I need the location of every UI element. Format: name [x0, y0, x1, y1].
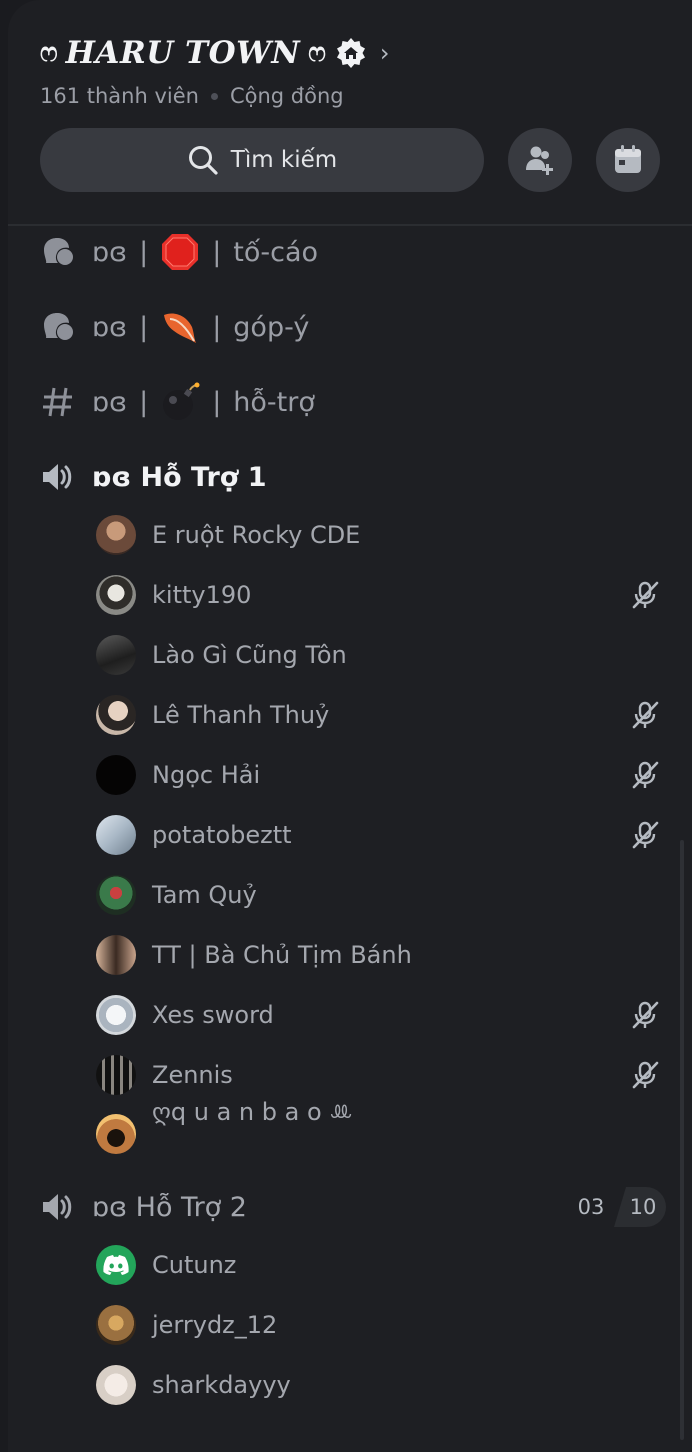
- stop-sign-icon: [160, 232, 200, 272]
- member-name: ღq u a n b a o ꔛ: [152, 1098, 353, 1126]
- voice-member[interactable]: Cutunz: [96, 1242, 236, 1288]
- voice-member[interactable]: Lào Gì Cũng Tôn: [96, 632, 347, 678]
- forum-icon: [38, 307, 78, 347]
- member-name: Ngọc Hải: [152, 761, 261, 789]
- muted-mic-icon: [632, 821, 659, 849]
- voice-member[interactable]: potatobeztt: [96, 812, 292, 858]
- feather-icon: [160, 307, 200, 347]
- channel-gop-y[interactable]: ɒɞ | | góp-ý: [38, 305, 309, 349]
- chevron-right-icon: ›: [379, 39, 390, 67]
- avatar: [96, 755, 136, 795]
- voice-member[interactable]: Ngọc Hải: [96, 752, 260, 798]
- speaker-icon: [38, 457, 78, 497]
- voice-member[interactable]: ღq u a n b a o ꔛ: [96, 1098, 353, 1154]
- avatar: [96, 695, 136, 735]
- channel-prefix: ɒɞ: [92, 236, 128, 268]
- member-name: E ruột Rocky CDE: [152, 521, 361, 549]
- member-name: Cutunz: [152, 1251, 237, 1279]
- muted-mic-icon: [632, 1061, 659, 1089]
- channel-name: góp-ý: [233, 311, 310, 343]
- search-button[interactable]: Tìm kiếm: [40, 128, 484, 192]
- avatar: [96, 995, 136, 1035]
- voice-member[interactable]: Lê Thanh Thuỷ: [96, 692, 329, 738]
- member-count: 161 thành viên: [40, 84, 199, 108]
- community-badge-icon: [334, 36, 368, 70]
- speaker-icon: [38, 1187, 78, 1227]
- server-meta: 161 thành viên Cộng đồng: [40, 84, 344, 108]
- separator: |: [139, 311, 149, 343]
- member-name: potatobeztt: [152, 821, 292, 849]
- calendar-icon: [615, 145, 641, 173]
- separator: |: [212, 311, 222, 343]
- voice-member[interactable]: Xes sword: [96, 992, 274, 1038]
- add-member-icon: [526, 146, 553, 175]
- voice-member[interactable]: jerrydz_12: [96, 1302, 277, 1348]
- channel-to-cao[interactable]: ɒɞ | | tố-cáo: [38, 230, 318, 274]
- voice-channel-name: ɒɞ Hỗ Trợ 1: [92, 461, 267, 493]
- muted-mic-icon: [632, 581, 659, 609]
- max-users: 10: [614, 1187, 666, 1227]
- server-type: Cộng đồng: [229, 84, 344, 108]
- separator: |: [212, 386, 222, 418]
- ornament-left: ෆ: [40, 37, 58, 68]
- avatar: [96, 1365, 136, 1405]
- voice-member[interactable]: Tam Quỷ: [96, 872, 257, 918]
- member-name: Tam Quỷ: [152, 881, 257, 909]
- avatar: [96, 1305, 136, 1345]
- voice-channel-ho-tro-1[interactable]: ɒɞ Hỗ Trợ 1: [38, 455, 267, 499]
- voice-channel-name: ɒɞ Hỗ Trợ 2: [92, 1191, 247, 1223]
- search-icon: [188, 146, 218, 175]
- server-header[interactable]: ෆ HARU TOWN ෆ ›: [40, 28, 389, 78]
- scrollbar[interactable]: [680, 840, 684, 1440]
- avatar: [96, 875, 136, 915]
- member-name: kitty190: [152, 581, 252, 609]
- voice-member[interactable]: TT | Bà Chủ Tịm Bánh: [96, 932, 412, 978]
- avatar: [96, 1114, 136, 1154]
- member-name: jerrydz_12: [152, 1311, 278, 1339]
- hash-icon: [38, 382, 78, 422]
- separator: |: [139, 236, 149, 268]
- voice-member[interactable]: Zennis: [96, 1052, 233, 1098]
- voice-member[interactable]: sharkdayyy: [96, 1362, 291, 1408]
- avatar: [96, 515, 136, 555]
- invite-button[interactable]: [508, 128, 572, 192]
- muted-mic-icon: [632, 761, 659, 789]
- avatar: [96, 635, 136, 675]
- avatar: [96, 575, 136, 615]
- avatar: [96, 815, 136, 855]
- member-name: Lào Gì Cũng Tôn: [152, 641, 347, 669]
- member-name: Lê Thanh Thuỷ: [152, 701, 330, 729]
- bomb-icon: [160, 382, 200, 422]
- voice-member[interactable]: E ruột Rocky CDE: [96, 512, 360, 558]
- channel-name: hỗ-trợ: [233, 386, 315, 418]
- ornament-right: ෆ: [308, 37, 326, 68]
- header-divider: [8, 224, 692, 226]
- channel-prefix: ɒɞ: [92, 311, 128, 343]
- member-name: sharkdayyy: [152, 1371, 291, 1399]
- separator: |: [139, 386, 149, 418]
- discord-avatar-icon: [96, 1245, 136, 1285]
- muted-mic-icon: [632, 1001, 659, 1029]
- voice-member[interactable]: kitty190: [96, 572, 251, 618]
- avatar: [96, 1055, 136, 1095]
- search-label: Tìm kiếm: [230, 147, 338, 173]
- member-name: Xes sword: [152, 1001, 274, 1029]
- user-limit-badge: 03 10: [568, 1187, 666, 1227]
- voice-channel-ho-tro-2[interactable]: ɒɞ Hỗ Trợ 2: [38, 1185, 247, 1229]
- forum-icon: [38, 232, 78, 272]
- channel-ho-tro[interactable]: ɒɞ | | hỗ-trợ: [38, 380, 315, 424]
- separator-dot: [210, 92, 218, 100]
- server-name: HARU TOWN: [65, 35, 301, 71]
- events-button[interactable]: [596, 128, 660, 192]
- avatar: [96, 935, 136, 975]
- current-users: 03: [577, 1195, 605, 1219]
- member-name: Zennis: [152, 1061, 233, 1089]
- channel-name: tố-cáo: [233, 236, 319, 268]
- separator: |: [212, 236, 222, 268]
- channel-prefix: ɒɞ: [92, 386, 128, 418]
- channel-panel: ෆ HARU TOWN ෆ › 161 thành viên Cộng đồng…: [8, 0, 692, 1452]
- muted-mic-icon: [632, 701, 659, 729]
- member-name: TT | Bà Chủ Tịm Bánh: [152, 941, 412, 969]
